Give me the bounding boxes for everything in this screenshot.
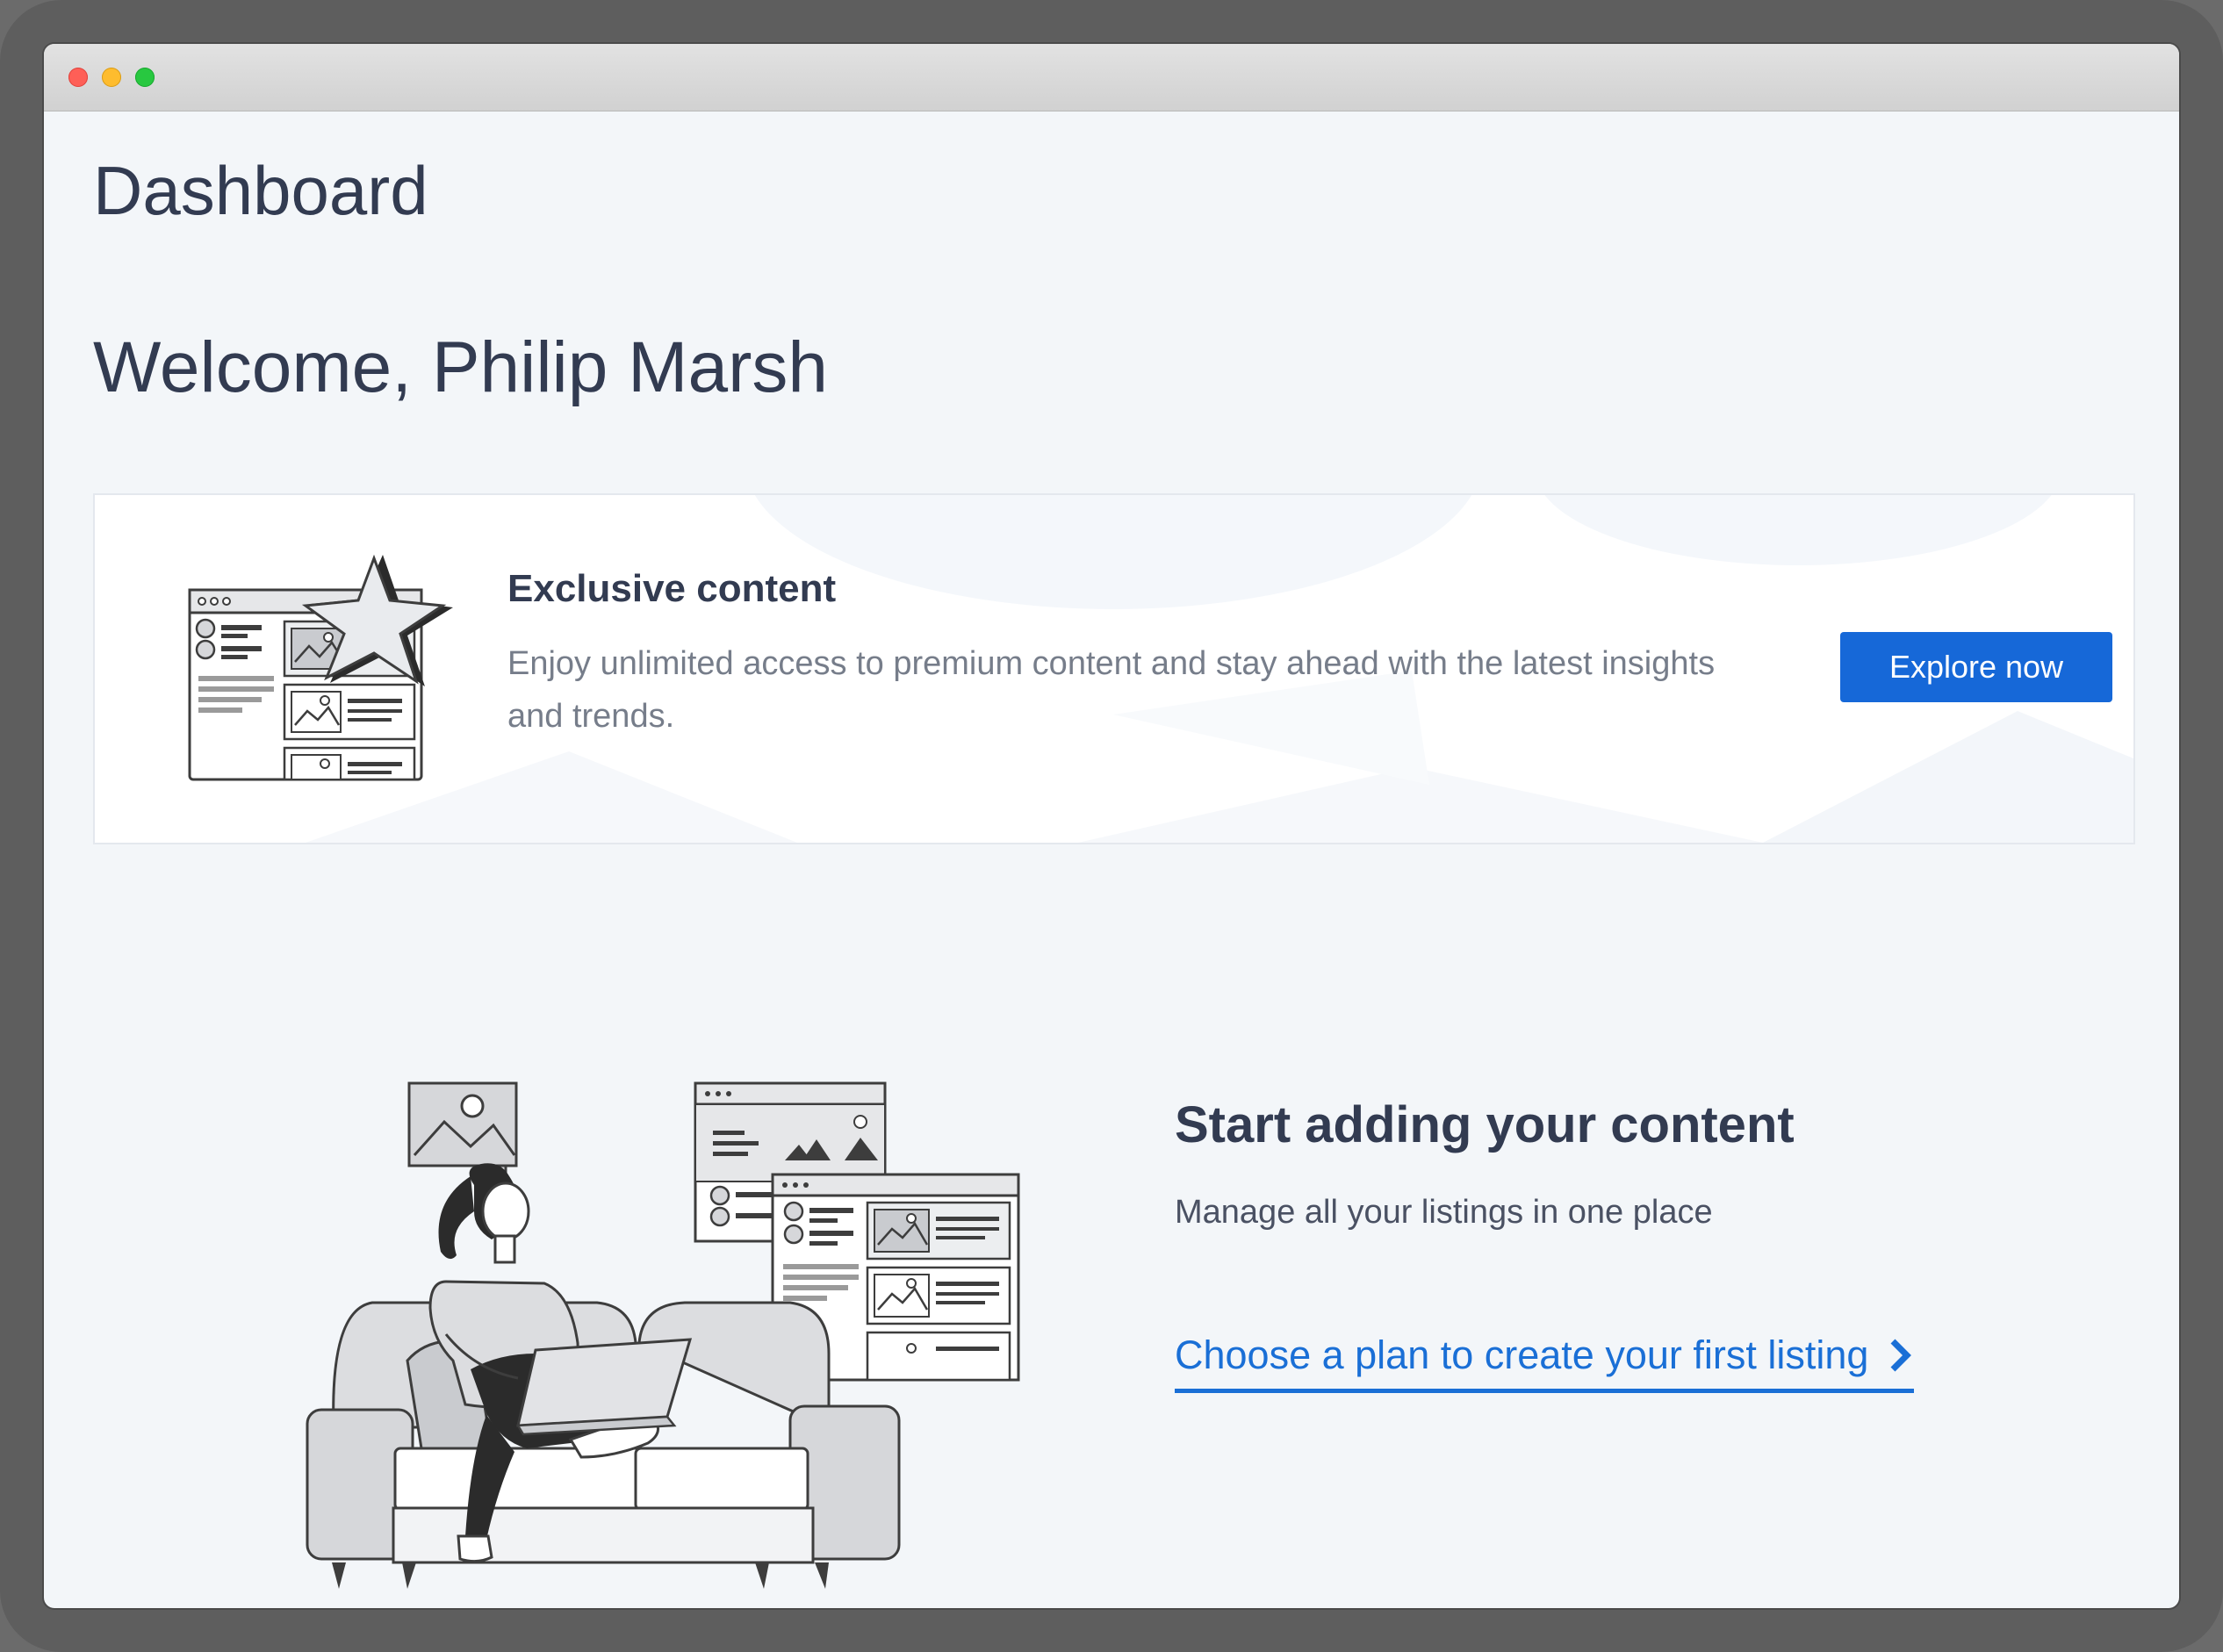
choose-plan-link[interactable]: Choose a plan to create your first listi… bbox=[1175, 1332, 1915, 1393]
device-frame: Dashboard Welcome, Philip Marsh Exclusiv… bbox=[0, 0, 2223, 1652]
window-titlebar bbox=[44, 44, 2179, 111]
empty-state-subtext: Manage all your listings in one place bbox=[1175, 1194, 1713, 1231]
close-window-button[interactable] bbox=[68, 68, 88, 87]
minimize-window-button[interactable] bbox=[102, 68, 121, 87]
star-browser-illustration bbox=[188, 554, 453, 781]
empty-state-heading: Start adding your content bbox=[1175, 1096, 1795, 1153]
explore-now-button[interactable]: Explore now bbox=[1840, 632, 2112, 702]
promo-description: Enjoy unlimited access to premium conten… bbox=[507, 645, 1716, 735]
app-window: Dashboard Welcome, Philip Marsh Exclusiv… bbox=[44, 44, 2179, 1608]
exclusive-content-card: Exclusive content Enjoy unlimited access… bbox=[93, 493, 2135, 844]
page-title: Dashboard bbox=[93, 152, 428, 229]
zoom-window-button[interactable] bbox=[135, 68, 155, 87]
promo-heading: Exclusive content bbox=[507, 567, 837, 610]
choose-plan-link-label: Choose a plan to create your first listi… bbox=[1175, 1332, 1869, 1377]
woman-on-sofa-laptop-illustration bbox=[306, 1081, 1020, 1589]
chevron-right-icon bbox=[1890, 1339, 1912, 1372]
welcome-heading: Welcome, Philip Marsh bbox=[93, 327, 828, 407]
